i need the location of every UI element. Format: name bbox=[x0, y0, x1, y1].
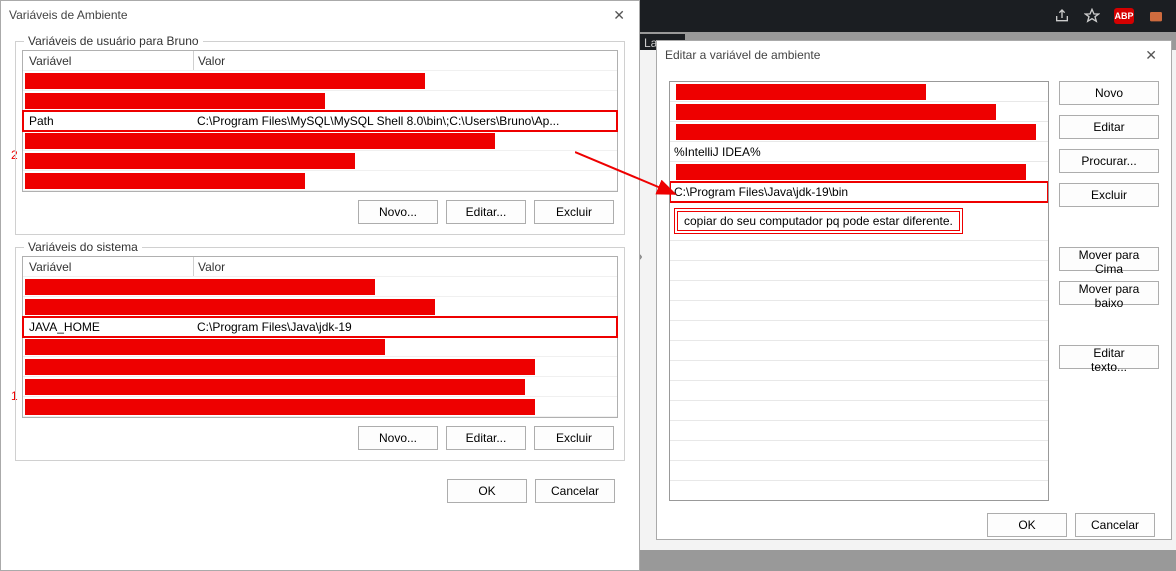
table-row[interactable] bbox=[23, 171, 617, 191]
browse-button[interactable]: Procurar... bbox=[1059, 149, 1159, 173]
extension-icon[interactable] bbox=[1148, 8, 1164, 24]
list-item[interactable] bbox=[670, 281, 1048, 301]
cancel-button[interactable]: Cancelar bbox=[1075, 513, 1155, 537]
delete-button[interactable]: Excluir bbox=[1059, 183, 1159, 207]
browser-toolbar: ABP bbox=[636, 0, 1176, 32]
new-button[interactable]: Novo... bbox=[358, 200, 438, 224]
list-item[interactable] bbox=[670, 162, 1048, 182]
tip-text: copiar do seu computador pq pode estar d… bbox=[674, 208, 963, 234]
env-vars-dialog: Variáveis de Ambiente ✕ 2 1 Variáveis de… bbox=[0, 0, 640, 571]
list-item[interactable] bbox=[670, 82, 1048, 102]
table-row[interactable] bbox=[23, 277, 617, 297]
system-vars-table[interactable]: Variável Valor JAVA_HOME C:\Program File… bbox=[22, 256, 618, 418]
edit-button[interactable]: Editar bbox=[1059, 115, 1159, 139]
user-vars-label: Variáveis de usuário para Bruno bbox=[24, 34, 203, 48]
dialog-footer-buttons: OK Cancelar bbox=[21, 471, 619, 507]
table-header: Variável Valor bbox=[23, 51, 617, 71]
list-item[interactable] bbox=[670, 421, 1048, 441]
table-header: Variável Valor bbox=[23, 257, 617, 277]
list-item-label: %IntelliJ IDEA% bbox=[674, 145, 761, 159]
table-row[interactable] bbox=[23, 397, 617, 417]
new-button[interactable]: Novo... bbox=[358, 426, 438, 450]
edit-button[interactable]: Editar... bbox=[446, 426, 526, 450]
table-row[interactable] bbox=[23, 357, 617, 377]
list-item-tip[interactable]: copiar do seu computador pq pode estar d… bbox=[670, 202, 1048, 241]
user-var-value: C:\Program Files\MySQL\MySQL Shell 8.0\b… bbox=[193, 114, 617, 128]
list-item[interactable] bbox=[670, 321, 1048, 341]
edit-titlebar: Editar a variável de ambiente ✕ bbox=[657, 41, 1171, 69]
list-item[interactable] bbox=[670, 381, 1048, 401]
system-vars-group: Variáveis do sistema Variável Valor JAVA… bbox=[15, 247, 625, 461]
list-item[interactable] bbox=[670, 481, 1048, 501]
edit-button[interactable]: Editar... bbox=[446, 200, 526, 224]
edit-dialog-footer: OK Cancelar bbox=[657, 513, 1171, 549]
table-row[interactable] bbox=[23, 297, 617, 317]
move-down-button[interactable]: Mover para baixo bbox=[1059, 281, 1159, 305]
table-row[interactable] bbox=[23, 71, 617, 91]
table-row[interactable] bbox=[23, 91, 617, 111]
cancel-button[interactable]: Cancelar bbox=[535, 479, 615, 503]
list-item-jdk-bin[interactable]: C:\Program Files\Java\jdk-19\bin bbox=[670, 182, 1048, 202]
abp-badge[interactable]: ABP bbox=[1114, 8, 1134, 24]
table-row[interactable] bbox=[23, 131, 617, 151]
edit-buttons-col: Novo Editar Procurar... Excluir Mover pa… bbox=[1059, 81, 1159, 501]
env-titlebar: Variáveis de Ambiente ✕ bbox=[1, 1, 639, 29]
list-item[interactable] bbox=[670, 122, 1048, 142]
user-vars-table[interactable]: Variável Valor Path C:\Program Files\MyS… bbox=[22, 50, 618, 192]
list-item[interactable] bbox=[670, 341, 1048, 361]
list-item[interactable] bbox=[670, 102, 1048, 122]
delete-button[interactable]: Excluir bbox=[534, 426, 614, 450]
sys-var-name: JAVA_HOME bbox=[23, 320, 193, 334]
list-item[interactable] bbox=[670, 301, 1048, 321]
table-row[interactable] bbox=[23, 377, 617, 397]
col-value: Valor bbox=[194, 260, 617, 274]
list-item[interactable] bbox=[670, 461, 1048, 481]
col-value: Valor bbox=[194, 54, 617, 68]
edit-env-var-dialog: Editar a variável de ambiente ✕ %Intelli… bbox=[656, 40, 1172, 540]
close-icon[interactable]: ✕ bbox=[1139, 47, 1163, 64]
user-var-name: Path bbox=[23, 114, 193, 128]
list-item[interactable] bbox=[670, 401, 1048, 421]
col-variable: Variável bbox=[23, 54, 193, 68]
table-row[interactable] bbox=[23, 337, 617, 357]
table-row-java-home[interactable]: JAVA_HOME C:\Program Files\Java\jdk-19 bbox=[23, 317, 617, 337]
ok-button[interactable]: OK bbox=[447, 479, 527, 503]
ok-button[interactable]: OK bbox=[987, 513, 1067, 537]
list-item[interactable] bbox=[670, 261, 1048, 281]
move-up-button[interactable]: Mover para Cima bbox=[1059, 247, 1159, 271]
delete-button[interactable]: Excluir bbox=[534, 200, 614, 224]
share-icon[interactable] bbox=[1054, 8, 1070, 24]
edit-text-button[interactable]: Editar texto... bbox=[1059, 345, 1159, 369]
user-vars-buttons: Novo... Editar... Excluir bbox=[22, 192, 618, 228]
close-icon[interactable]: ✕ bbox=[607, 7, 631, 24]
list-item-label: C:\Program Files\Java\jdk-19\bin bbox=[674, 185, 848, 199]
path-list[interactable]: %IntelliJ IDEA% C:\Program Files\Java\jd… bbox=[669, 81, 1049, 501]
col-variable: Variável bbox=[23, 260, 193, 274]
favorite-icon[interactable] bbox=[1084, 8, 1100, 24]
list-item[interactable] bbox=[670, 361, 1048, 381]
user-vars-group: Variáveis de usuário para Bruno Variável… bbox=[15, 41, 625, 235]
env-title: Variáveis de Ambiente bbox=[9, 8, 128, 22]
system-vars-label: Variáveis do sistema bbox=[24, 240, 142, 254]
table-row[interactable] bbox=[23, 151, 617, 171]
sys-var-value: C:\Program Files\Java\jdk-19 bbox=[193, 320, 617, 334]
edit-title: Editar a variável de ambiente bbox=[665, 48, 820, 62]
list-item-intellij[interactable]: %IntelliJ IDEA% bbox=[670, 142, 1048, 162]
new-button[interactable]: Novo bbox=[1059, 81, 1159, 105]
list-item[interactable] bbox=[670, 441, 1048, 461]
list-item[interactable] bbox=[670, 241, 1048, 261]
table-row-path[interactable]: Path C:\Program Files\MySQL\MySQL Shell … bbox=[23, 111, 617, 131]
system-vars-buttons: Novo... Editar... Excluir bbox=[22, 418, 618, 454]
